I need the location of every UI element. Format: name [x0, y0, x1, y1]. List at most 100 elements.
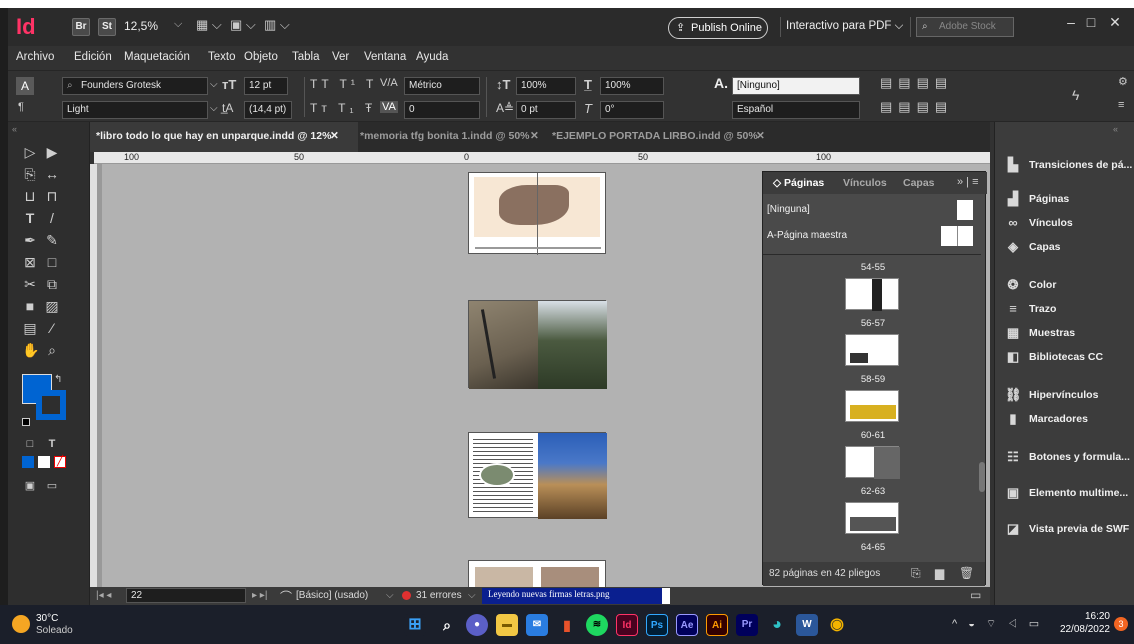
after-effects-icon[interactable]: Ae: [676, 614, 698, 636]
trash-icon[interactable]: 🗑: [959, 566, 974, 580]
dock-bookmarks[interactable]: ▮ Marcadores: [1005, 408, 1133, 430]
dock-transitions[interactable]: ▙ Transiciones de pá...: [1005, 154, 1133, 176]
menu-objeto[interactable]: Objeto: [244, 51, 278, 63]
scissors-tool-icon[interactable]: ✂: [22, 276, 38, 292]
caps-icons[interactable]: TT T¹ T: [310, 77, 377, 91]
master-thumb[interactable]: [957, 200, 973, 220]
dock-stroke[interactable]: ≡ Trazo: [1005, 298, 1133, 320]
hand-tool-icon[interactable]: ✋: [22, 342, 39, 358]
dock-pages[interactable]: ▟ Páginas: [1005, 188, 1133, 210]
notification-badge[interactable]: 3: [1114, 617, 1128, 631]
dock-links[interactable]: ∞ Vínculos: [1005, 212, 1133, 234]
gap-tool-icon[interactable]: ↔: [44, 166, 60, 182]
dock-hyperlinks[interactable]: ⛓ Hipervínculos: [1005, 384, 1133, 406]
dropdown-chevron-icon[interactable]: ⌵: [210, 103, 218, 114]
tab-layers[interactable]: Capas: [903, 177, 935, 189]
kerning-field[interactable]: Métrico: [404, 77, 480, 95]
stock-button[interactable]: St: [98, 18, 116, 36]
gear-icon[interactable]: ⚙: [1118, 75, 1128, 88]
content-collector-icon[interactable]: ⊔: [22, 188, 38, 204]
rect-frame-tool-icon[interactable]: ⊠: [22, 254, 38, 270]
edit-page-size-icon[interactable]: ⎘: [911, 566, 921, 581]
smallcaps-icons[interactable]: Tт T₁ Ŧ: [310, 101, 376, 115]
gradient-feather-icon[interactable]: ▨: [44, 298, 60, 314]
panel-menu-icon[interactable]: » | ≡: [957, 176, 979, 188]
note-tool-icon[interactable]: ▤: [22, 320, 38, 336]
premiere-icon[interactable]: Pr: [736, 614, 758, 636]
screen-mode-icon[interactable]: ▣ ⌵: [230, 17, 256, 33]
clock-date[interactable]: 22/08/2022: [1054, 624, 1110, 635]
spread-thumb[interactable]: [845, 502, 899, 534]
publish-online-button[interactable]: ⇪ Publish Online: [668, 17, 768, 39]
dock-cc-libraries[interactable]: ◧ Bibliotecas CC: [1005, 346, 1133, 368]
line-tool-icon[interactable]: /: [44, 210, 60, 226]
apply-color-icon[interactable]: [22, 456, 34, 468]
zoom-level[interactable]: 12,5%: [124, 19, 158, 33]
character-style-field[interactable]: [Ninguno]: [732, 77, 860, 95]
pages-scrollbar[interactable]: [979, 462, 985, 492]
normal-view-icon[interactable]: ▣: [22, 478, 38, 494]
page-spread[interactable]: [468, 300, 607, 389]
arrange-docs-icon[interactable]: ▥ ⌵: [264, 17, 290, 33]
justify-icons[interactable]: ▤▤▤▤: [880, 99, 953, 115]
chrome-icon[interactable]: ◉: [826, 614, 848, 636]
pen-tool-icon[interactable]: ✒: [22, 232, 38, 248]
paragraph-mode-icon[interactable]: ¶: [18, 101, 24, 113]
photoshop-icon[interactable]: Ps: [646, 614, 668, 636]
leading-field[interactable]: (14,4 pt): [244, 101, 292, 119]
spread-thumb[interactable]: [845, 390, 899, 422]
master-none[interactable]: [Ninguna]: [767, 204, 810, 215]
type-tool-icon[interactable]: T: [22, 210, 38, 226]
mail-icon[interactable]: ✉: [526, 614, 548, 636]
new-page-icon[interactable]: ▆: [935, 566, 944, 580]
tab-libro[interactable]: *libro todo lo que hay en unparque.indd …: [96, 130, 331, 142]
collapse-icon[interactable]: «: [12, 124, 17, 134]
close-icon[interactable]: ✕: [530, 130, 539, 142]
chevron-down-icon[interactable]: ⌵: [468, 590, 476, 601]
illustrator-icon[interactable]: Ai: [706, 614, 728, 636]
edge-icon[interactable]: ◕: [766, 614, 788, 636]
page-spread[interactable]: [468, 172, 606, 255]
windows-start-icon[interactable]: ⊞: [404, 614, 426, 636]
menu-icon[interactable]: ≡: [1118, 99, 1124, 111]
workspace-switcher[interactable]: Interactivo para PDF ⌵: [786, 20, 903, 33]
spotify-icon[interactable]: ≋: [586, 614, 608, 636]
menu-ayuda[interactable]: Ayuda: [416, 51, 448, 63]
page-spread[interactable]: [468, 560, 606, 587]
preview-icon[interactable]: ▭: [44, 478, 60, 494]
selection-tool-icon[interactable]: ▷: [22, 144, 38, 160]
dock-buttons[interactable]: ☷ Botones y formula...: [1005, 446, 1133, 468]
close-icon[interactable]: ✕: [330, 130, 339, 142]
eyedropper-icon[interactable]: ⁄: [44, 320, 60, 336]
next-page-icon[interactable]: ▸ ▸|: [252, 590, 267, 601]
page-tool-icon[interactable]: ⎘: [22, 166, 38, 182]
swap-icon[interactable]: ↰: [54, 374, 62, 385]
dropdown-chevron-icon[interactable]: ⌵: [210, 79, 218, 90]
font-family-field[interactable]: ⌕ Founders Grotesk: [62, 77, 208, 95]
flash-icon[interactable]: ϟ: [1072, 87, 1079, 103]
chevron-down-icon[interactable]: ⌵: [386, 590, 394, 601]
gradient-swatch-icon[interactable]: ■: [22, 298, 38, 314]
skew-field[interactable]: 0°: [600, 101, 664, 119]
stroke-swatch[interactable]: [36, 390, 66, 420]
file-explorer-icon[interactable]: ▬: [496, 614, 518, 636]
first-page-icon[interactable]: |◂ ◂: [96, 590, 111, 601]
clock-time[interactable]: 16:20: [1076, 611, 1110, 622]
apply-gradient-icon[interactable]: [38, 456, 50, 468]
tab-memoria[interactable]: *memoria tfg bonita 1.indd @ 50%: [360, 130, 530, 142]
close-icon[interactable]: ✕: [756, 130, 765, 142]
tracking-field[interactable]: 0: [404, 101, 480, 119]
weather-temp[interactable]: 30°C: [36, 613, 58, 624]
chevron-down-icon[interactable]: ⌵: [174, 18, 182, 31]
collapse-icon[interactable]: «: [1113, 124, 1118, 134]
panel-toggle-icon[interactable]: ▭: [970, 588, 981, 602]
menu-ventana[interactable]: Ventana: [364, 51, 406, 63]
font-style-field[interactable]: Light: [62, 101, 208, 119]
tab-pages[interactable]: ◇ Páginas: [773, 177, 824, 189]
align-icons[interactable]: ▤▤▤▤: [880, 75, 953, 91]
menu-texto[interactable]: Texto: [208, 51, 236, 63]
bridge-button[interactable]: Br: [72, 18, 90, 36]
baseline-field[interactable]: 0 pt: [516, 101, 576, 119]
vertical-scale-field[interactable]: 100%: [516, 77, 576, 95]
preflight-profile[interactable]: [Básico] (usado): [296, 590, 368, 601]
